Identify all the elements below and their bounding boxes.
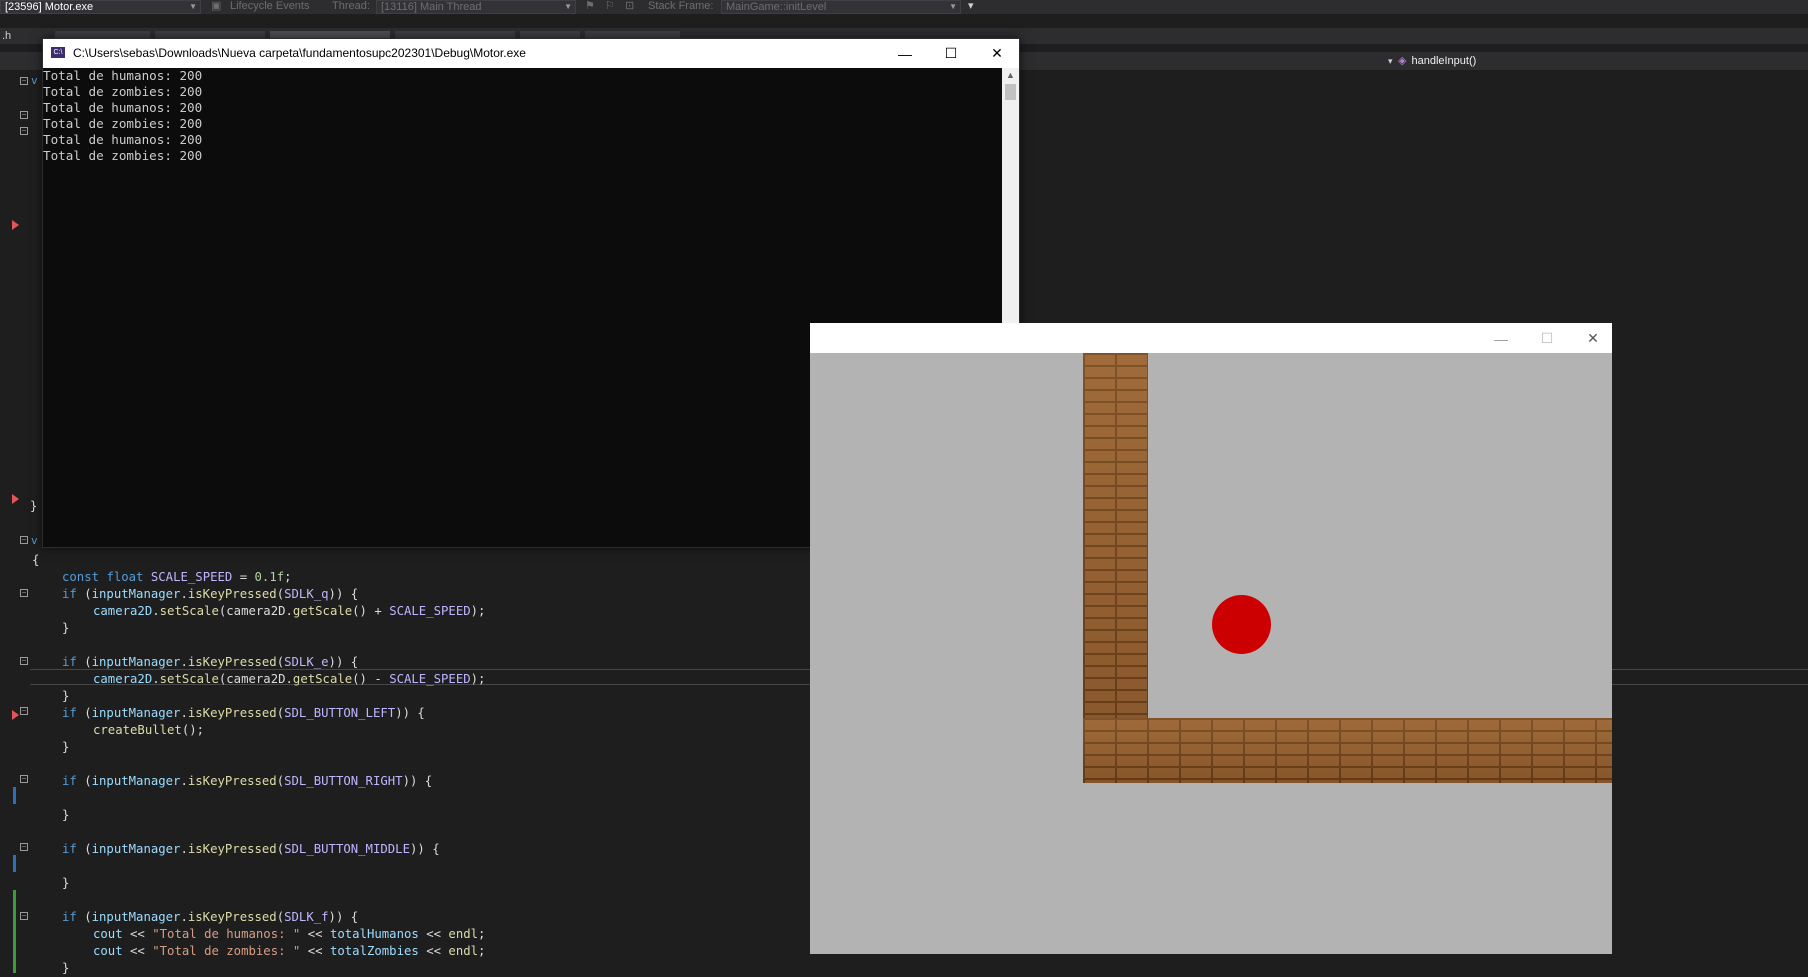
code-line: { [32, 553, 40, 567]
maximize-button[interactable]: ☐ [928, 39, 974, 68]
console-line: Total de zombies: 200 [43, 84, 203, 99]
brick-shading [1083, 718, 1612, 783]
code-line: if (inputManager.isKeyPressed(SDLK_q)) { [62, 587, 359, 601]
console-title-bar[interactable]: C:\ C:\Users\sebas\Downloads\Nueva carpe… [43, 39, 1019, 68]
lifecycle-icon[interactable]: ▣ [211, 0, 225, 14]
minimize-button[interactable]: — [1478, 324, 1524, 353]
chevron-down-icon: ▼ [949, 2, 957, 11]
stack-frame-value: MainGame::initLevel [726, 1, 827, 13]
code-line: if (inputManager.isKeyPressed(SDLK_e)) { [62, 655, 359, 669]
console-title: C:\Users\sebas\Downloads\Nueva carpeta\f… [73, 46, 526, 60]
minimize-button[interactable]: — [882, 39, 928, 68]
tab-header[interactable]: .h [2, 30, 11, 42]
game-window[interactable]: — ☐ ✕ [810, 323, 1612, 954]
collapse-icon[interactable]: − [20, 657, 28, 665]
console-line: Total de zombies: 200 [43, 148, 203, 163]
code-line: createBullet(); [93, 723, 205, 737]
collapse-icon[interactable]: − [20, 912, 28, 920]
code-line: } [62, 876, 70, 890]
collapse-icon[interactable]: − [20, 775, 28, 783]
console-line: Total de humanos: 200 [43, 132, 203, 147]
code-line: } [62, 740, 70, 754]
chevron-down-icon: ▼ [564, 2, 572, 11]
scroll-up-icon[interactable]: ▲ [1006, 70, 1015, 80]
change-marker [13, 890, 16, 973]
code-line: } [62, 621, 70, 635]
code-line: camera2D.setScale(camera2D.getScale() + … [93, 604, 486, 618]
method-cube-icon: ◈ [1398, 55, 1407, 67]
flag-icon[interactable]: ⚑ [585, 0, 595, 14]
chevron-down-icon: ▼ [189, 2, 197, 11]
code-line: if (inputManager.isKeyPressed(SDL_BUTTON… [62, 842, 440, 856]
code-line: const float SCALE_SPEED = 0.1f; [62, 570, 292, 584]
stack-frame-label: Stack Frame: [648, 0, 714, 12]
code-line: camera2D.setScale(camera2D.getScale() - … [93, 672, 486, 686]
collapse-icon[interactable]: − [20, 111, 28, 119]
game-canvas[interactable] [810, 353, 1612, 954]
thread-dropdown[interactable]: [13116] Main Thread ▼ [376, 0, 576, 14]
process-value: [23596] Motor.exe [5, 1, 94, 13]
lifecycle-events-button[interactable]: Lifecycle Events [230, 0, 309, 14]
console-line: Total de humanos: 200 [43, 100, 203, 115]
breakpoint-arrow-icon[interactable] [12, 494, 19, 504]
collapse-icon[interactable]: − [20, 589, 28, 597]
code-line: if (inputManager.isKeyPressed(SDLK_f)) { [62, 910, 359, 924]
thread-label: Thread: [332, 0, 370, 12]
scrollbar-thumb[interactable] [1005, 84, 1016, 100]
code-fragment: v [31, 534, 38, 547]
thread-value: [13116] Main Thread [381, 1, 482, 13]
collapse-icon[interactable]: − [20, 536, 28, 544]
chevron-down-icon[interactable]: ▾ [1388, 52, 1393, 70]
code-fragment: v [31, 74, 38, 87]
process-dropdown[interactable]: [23596] Motor.exe ▼ [0, 0, 201, 14]
code-line: } [62, 808, 70, 822]
code-line: } [62, 961, 70, 975]
collapse-icon[interactable]: − [20, 127, 28, 135]
code-line: if (inputManager.isKeyPressed(SDL_BUTTON… [62, 774, 433, 788]
change-marker [13, 855, 16, 872]
collapse-icon[interactable]: − [20, 77, 28, 85]
maximize-button[interactable]: ☐ [1524, 324, 1570, 353]
code-line: if (inputManager.isKeyPressed(SDL_BUTTON… [62, 706, 425, 720]
code-line: cout << "Total de humanos: " << totalHum… [93, 927, 486, 941]
console-line: Total de zombies: 200 [43, 116, 203, 131]
toolbar-overflow-icon[interactable]: ▾ [968, 0, 974, 14]
filter-icon[interactable]: ⚐ [605, 0, 615, 14]
debug-toolbar: [23596] Motor.exe ▼ ▣ Lifecycle Events Th… [0, 0, 1808, 14]
code-line: } [62, 689, 70, 703]
console-line: Total de humanos: 200 [43, 68, 203, 83]
breakpoint-arrow-icon[interactable] [12, 220, 19, 230]
player-ball [1212, 595, 1271, 654]
breakpoint-arrow-icon[interactable] [12, 710, 19, 720]
method-name: handleInput() [1411, 55, 1477, 67]
collapse-icon[interactable]: − [20, 843, 28, 851]
change-marker [13, 787, 16, 804]
console-app-icon: C:\ [51, 47, 65, 58]
stack-frame-dropdown[interactable]: MainGame::initLevel ▼ [721, 0, 961, 14]
game-title-bar[interactable]: — ☐ ✕ [810, 323, 1612, 353]
close-button[interactable]: ✕ [1570, 324, 1616, 353]
collapse-icon[interactable]: − [20, 707, 28, 715]
member-dropdown[interactable]: ◈ handleInput() [1398, 52, 1808, 70]
closing-brace: } [30, 499, 38, 513]
code-line: cout << "Total de zombies: " << totalZom… [93, 944, 486, 958]
close-button[interactable]: ✕ [974, 39, 1020, 68]
thread-filter-icon[interactable]: ⊡ [625, 0, 634, 14]
